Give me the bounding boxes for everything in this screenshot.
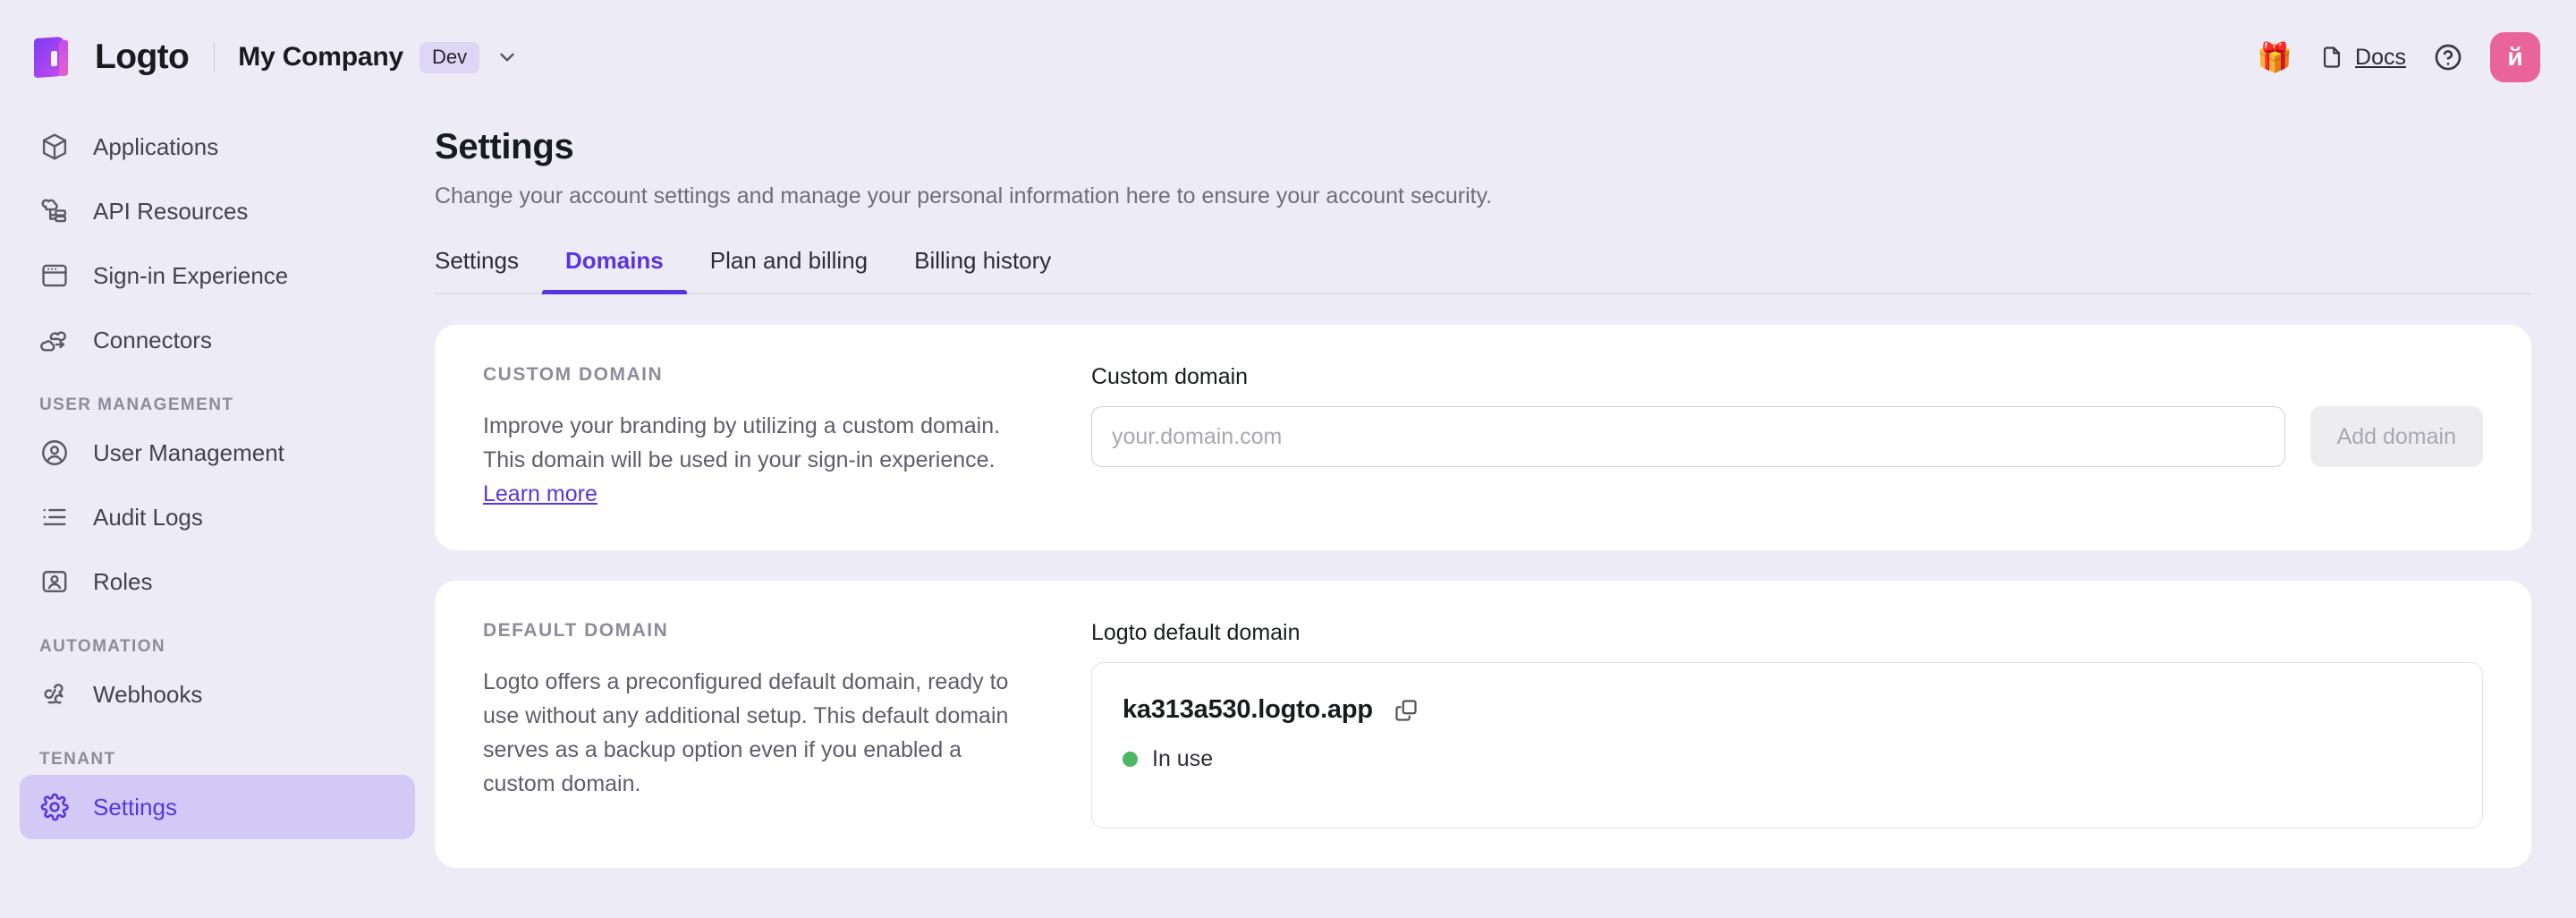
gift-icon[interactable]: 🎁 (2257, 43, 2292, 72)
sidebar-item-label: Webhooks (93, 681, 202, 709)
custom-domain-field-label: Custom domain (1091, 364, 2483, 390)
tab-settings[interactable]: Settings (435, 247, 542, 293)
sidebar-item-webhooks[interactable]: Webhooks (20, 662, 415, 727)
webhook-icon (39, 679, 70, 710)
tab-billing-history[interactable]: Billing history (891, 247, 1074, 293)
docs-link[interactable]: Docs (2319, 45, 2406, 71)
tenant-switcher[interactable]: My Company Dev (238, 42, 519, 73)
sidebar: Applications API Resources (0, 115, 435, 918)
page-subtitle: Change your account settings and manage … (435, 183, 2531, 209)
sidebar-item-label: API Resources (93, 198, 248, 225)
sidebar-item-label: User Management (93, 439, 284, 467)
sidebar-item-sign-in-experience[interactable]: Sign-in Experience (20, 243, 415, 308)
roles-icon (39, 566, 70, 597)
custom-domain-card-form: Custom domain Add domain (1091, 364, 2483, 511)
sidebar-item-connectors[interactable]: Connectors (20, 308, 415, 372)
add-domain-button[interactable]: Add domain (2310, 406, 2483, 467)
main-content: Settings Change your account settings an… (435, 115, 2576, 918)
page-title: Settings (435, 127, 2531, 167)
custom-domain-description: Improve your branding by utilizing a cus… (483, 409, 1038, 511)
default-domain-card-body: Logto default domain ka313a530.logto.app (1091, 620, 2483, 829)
tab-domains[interactable]: Domains (542, 247, 687, 293)
chevron-down-icon[interactable] (496, 46, 519, 69)
custom-domain-card: CUSTOM DOMAIN Improve your branding by u… (435, 325, 2531, 550)
header-divider (214, 42, 215, 72)
default-domain-card-info: DEFAULT DOMAIN Logto offers a preconfigu… (483, 620, 1038, 829)
sidebar-item-applications[interactable]: Applications (20, 115, 415, 179)
custom-domain-eyebrow: CUSTOM DOMAIN (483, 364, 1038, 386)
tab-plan-and-billing[interactable]: Plan and billing (687, 247, 891, 293)
default-domain-description: Logto offers a preconfigured default dom… (483, 665, 1038, 801)
default-domain-box: ka313a530.logto.app In use (1091, 662, 2483, 829)
sidebar-item-api-resources[interactable]: API Resources (20, 179, 415, 243)
browser-window-icon (39, 260, 70, 291)
default-domain-row: ka313a530.logto.app (1123, 695, 2452, 725)
app-shell: Applications API Resources (0, 115, 2576, 918)
brand[interactable]: Logto (32, 35, 189, 80)
custom-domain-field-row: Add domain (1091, 406, 2483, 467)
tab-bar: Settings Domains Plan and billing Billin… (435, 247, 2531, 294)
status-badge: In use (1123, 746, 2452, 772)
sidebar-section-title: AUTOMATION (20, 637, 415, 657)
custom-domain-description-text: Improve your branding by utilizing a cus… (483, 413, 1000, 472)
user-circle-icon (39, 438, 70, 468)
default-domain-card: DEFAULT DOMAIN Logto offers a preconfigu… (435, 581, 2531, 868)
brand-name: Logto (95, 38, 189, 77)
sidebar-item-roles[interactable]: Roles (20, 549, 415, 614)
api-resources-icon (39, 196, 70, 226)
sidebar-item-label: Roles (93, 568, 152, 596)
question-circle-icon[interactable] (2433, 42, 2463, 72)
copy-icon[interactable] (1393, 697, 1419, 724)
custom-domain-input[interactable] (1091, 406, 2285, 467)
learn-more-link[interactable]: Learn more (483, 481, 597, 506)
sidebar-item-label: Settings (93, 794, 177, 821)
sidebar-item-audit-logs[interactable]: Audit Logs (20, 485, 415, 549)
top-bar: Logto My Company Dev 🎁 Docs (0, 0, 2576, 115)
tenant-environment-badge: Dev (419, 42, 479, 73)
tenant-name: My Company (238, 42, 403, 72)
docs-label: Docs (2355, 45, 2406, 71)
sidebar-item-label: Connectors (93, 327, 212, 354)
list-icon (39, 502, 70, 532)
top-bar-actions: 🎁 Docs й (2257, 32, 2540, 82)
sidebar-item-label: Audit Logs (93, 504, 203, 531)
sidebar-section-title: TENANT (20, 750, 415, 769)
document-icon (2319, 45, 2344, 70)
avatar[interactable]: й (2490, 32, 2540, 82)
logto-logo-mark-icon (32, 35, 77, 80)
sidebar-item-user-management[interactable]: User Management (20, 421, 415, 485)
default-domain-value: ka313a530.logto.app (1123, 695, 1373, 725)
sidebar-item-label: Applications (93, 133, 218, 161)
custom-domain-card-info: CUSTOM DOMAIN Improve your branding by u… (483, 364, 1038, 511)
connectors-icon (39, 325, 70, 355)
status-label: In use (1152, 746, 1213, 772)
gear-icon (39, 792, 70, 822)
sidebar-item-settings[interactable]: Settings (20, 775, 415, 839)
cube-icon (39, 132, 70, 162)
default-domain-eyebrow: DEFAULT DOMAIN (483, 620, 1038, 642)
sidebar-item-label: Sign-in Experience (93, 262, 288, 290)
status-dot-icon (1123, 752, 1138, 767)
sidebar-section-title: USER MANAGEMENT (20, 395, 415, 415)
default-domain-field-label: Logto default domain (1091, 620, 2483, 646)
